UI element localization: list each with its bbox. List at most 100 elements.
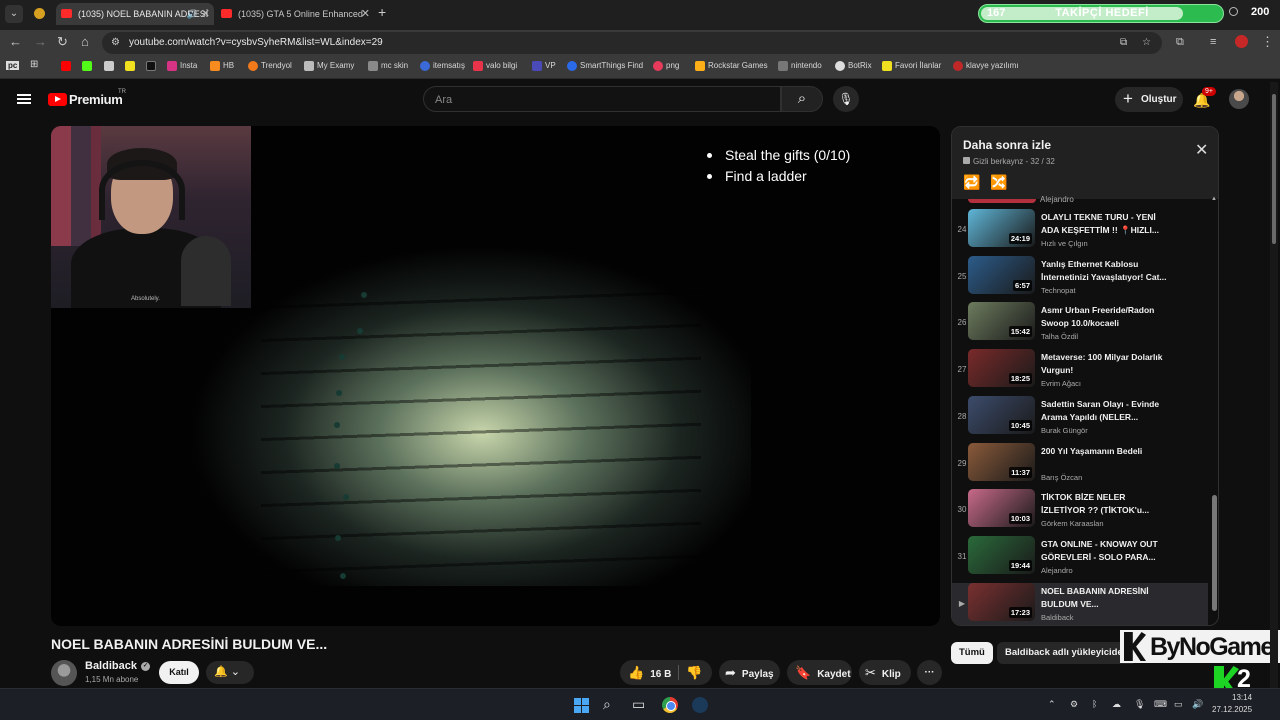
video-player[interactable]: Absolutely. Steal the gifts (0/10) Find … [51, 126, 940, 626]
home-icon[interactable]: ⌂ [81, 34, 89, 49]
chrome-icon[interactable] [662, 697, 678, 713]
channel-name[interactable]: Baldiback ✓ [85, 660, 150, 672]
tray-bluetooth-icon[interactable]: ᛒ [1092, 699, 1097, 709]
bookmark-smartthings[interactable]: SmartThings Find [567, 61, 643, 71]
playlist-title[interactable]: Daha sonra izle [963, 138, 1051, 152]
volume-icon[interactable]: 🔊 [1192, 699, 1203, 710]
new-tab-button[interactable]: + [378, 4, 386, 20]
playlist-item-thumbnail[interactable]: 18:25 [968, 349, 1035, 388]
scroll-up-icon[interactable]: ▲ [1211, 196, 1217, 202]
more-actions-button[interactable]: ··· [917, 660, 942, 685]
tray-app-icon[interactable]: ⚙ [1070, 699, 1078, 710]
forward-icon[interactable]: → [34, 34, 47, 49]
media-control-icon[interactable]: ≡ [1210, 36, 1216, 48]
system-clock[interactable]: 13:14 27.12.2025 [1212, 692, 1252, 716]
previous-item-thumbnail[interactable] [968, 199, 1036, 203]
playlist-item-thumbnail[interactable]: 6:57 [968, 255, 1035, 294]
clip-button[interactable]: ✂ Klip [859, 660, 911, 685]
bookmark-botrix[interactable]: BotRix [835, 61, 872, 71]
install-app-icon[interactable]: ⧉ [1120, 37, 1127, 48]
notifications-button[interactable]: 🔔 9+ [1193, 87, 1216, 109]
join-button[interactable]: Katıl [159, 661, 199, 684]
bookmark-mcskin[interactable]: mc skin [368, 61, 408, 71]
url-bar[interactable]: ⚙ youtube.com/watch?v=cysbvSyheRM&list=W… [102, 32, 1162, 54]
pc-icon[interactable]: pc [6, 61, 20, 70]
playlist-item[interactable]: 31 19:44 GTA ONLINE - KNOWAY OUT GÖREVLERİ… [952, 535, 1208, 582]
playlist-item[interactable]: 25 6:57 Yanlış Ethernet Kablosu İnternetin… [952, 255, 1208, 302]
playlist-item-thumbnail[interactable]: 15:42 [968, 302, 1035, 341]
youtube-brand[interactable]: Premium [69, 92, 123, 107]
playlist-item[interactable]: 26 15:42 Asmr Urban Freeride/Radon Swoop 1… [952, 302, 1208, 348]
playlist-item[interactable]: 24 24:19 OLAYLI TEKNE TURU - YENİ ADA KEŞF… [952, 209, 1208, 255]
task-view-icon[interactable]: ▭ [632, 696, 645, 713]
playlist-item[interactable]: ▶ 17:23 NOEL BABANIN ADRESİNİ BULDUM VE...… [952, 582, 1208, 625]
close-tab-icon[interactable]: ✕ [201, 3, 210, 25]
bookmark-kick[interactable] [82, 61, 95, 71]
subscribe-notification-button[interactable]: 🔔 ⌄ [206, 661, 254, 684]
bookmark-png[interactable]: png [653, 61, 679, 71]
save-button[interactable]: 🔖 Kaydet [787, 660, 852, 685]
playlist-item-title[interactable]: Metaverse: 100 Milyar Dolarlık Vurgun! [1041, 351, 1181, 377]
site-info-icon[interactable]: ⚙ [111, 37, 120, 48]
playlist-item-title[interactable]: 200 Yıl Yaşamanın Bedeli [1041, 445, 1181, 458]
playlist-scrollbar[interactable]: ▲ [1211, 196, 1217, 617]
bookmark-x[interactable] [146, 61, 159, 71]
profile-icon[interactable] [1235, 35, 1248, 48]
pinned-tab-icon[interactable] [34, 8, 45, 19]
playlist-item-thumbnail[interactable]: 24:19 [968, 209, 1035, 247]
playlist-item-thumbnail[interactable]: 10:03 [968, 489, 1035, 528]
bookmark-klavye[interactable]: klavye yazılımı [953, 61, 1018, 71]
tray-chevron-icon[interactable]: ⌃ [1048, 699, 1056, 710]
like-button[interactable]: 👍 16 B 👎 [620, 660, 712, 685]
search-input[interactable]: Ara [423, 86, 781, 112]
youtube-logo-icon[interactable] [48, 93, 67, 106]
bookmark-youtube[interactable] [61, 61, 74, 71]
mic-tray-icon[interactable]: 🎙 [1134, 699, 1145, 710]
channel-avatar[interactable] [51, 660, 77, 686]
tab-search-button[interactable]: ⌄ [5, 5, 23, 23]
playlist-item[interactable]: 28 10:45 Sadettin Saran Olayı - Evinde Ara… [952, 395, 1208, 442]
playlist-item-thumbnail[interactable]: 11:37 [968, 442, 1035, 481]
hamburger-menu-icon[interactable] [17, 94, 31, 104]
search-icon[interactable]: ⌕ [603, 696, 611, 713]
apps-grid-icon[interactable]: ⊞ [30, 59, 38, 70]
bookmark-favori[interactable]: Favori İlanlar [882, 61, 941, 71]
bookmark-valo[interactable]: valo bilgi [473, 61, 517, 71]
network-icon[interactable]: ▭ [1174, 699, 1183, 710]
bookmark-itemsatis[interactable]: itemsatış [420, 61, 465, 71]
bookmark-myexamy[interactable]: My Examy [304, 61, 354, 71]
share-button[interactable]: ➦ Paylaş [719, 660, 780, 685]
bookmark-nintendo[interactable]: nintendo [778, 61, 822, 71]
onedrive-icon[interactable]: ☁ [1112, 699, 1121, 710]
page-scrollbar[interactable] [1270, 82, 1278, 688]
close-icon[interactable]: ✕ [1195, 140, 1208, 160]
tab-youtube-noel[interactable]: (1035) NOEL BABANIN ADRESİ 🔊 ✕ [56, 3, 214, 25]
speaker-icon[interactable]: 🔊 [187, 3, 198, 25]
playlist-item-title[interactable]: GTA ONLINE - KNOWAY OUT GÖREVLERİ - SOLO… [1041, 538, 1181, 564]
keyboard-icon[interactable]: ⌨ [1154, 699, 1167, 710]
search-button[interactable]: ⌕ [781, 86, 823, 112]
playlist-item-thumbnail[interactable]: 19:44 [968, 535, 1035, 574]
account-avatar[interactable] [1229, 89, 1249, 109]
playlist-item-title[interactable]: Sadettin Saran Olayı - Evinde Arama Yapı… [1041, 398, 1181, 424]
extensions-icon[interactable]: ⧉ [1176, 36, 1184, 49]
loop-icon[interactable]: 🔁 [963, 174, 980, 191]
playlist-item-title[interactable]: OLAYLI TEKNE TURU - YENİ ADA KEŞFETTİM !… [1041, 211, 1181, 237]
thumbs-down-icon[interactable]: 👎 [686, 660, 702, 685]
playlist-item-title[interactable]: NOEL BABANIN ADRESİNİ BULDUM VE... [1041, 585, 1181, 611]
back-icon[interactable]: ← [9, 34, 22, 49]
chip-uploader[interactable]: Baldiback adlı yükleyiciden [997, 642, 1137, 664]
menu-dots-icon[interactable]: ⋮ [1261, 34, 1274, 50]
playlist-item-title[interactable]: Asmr Urban Freeride/Radon Swoop 10.0/koc… [1041, 304, 1181, 330]
reload-icon[interactable]: ↻ [57, 34, 68, 50]
steam-icon[interactable] [692, 697, 708, 713]
bookmark-trendyol[interactable]: Trendyol [248, 61, 292, 71]
playlist-item-title[interactable]: Yanlış Ethernet Kablosu İnternetinizi Ya… [1041, 258, 1181, 284]
bookmark-rockstar[interactable]: Rockstar Games [695, 61, 768, 71]
playlist-item[interactable]: 29 11:37 200 Yıl Yaşamanın Bedeli Barış Özc… [952, 442, 1208, 489]
bookmark-star-icon[interactable]: ☆ [1142, 37, 1151, 48]
bookmark-s[interactable] [125, 61, 138, 71]
windows-start-icon[interactable] [574, 698, 589, 713]
tab-youtube-gta[interactable]: (1035) GTA 5 Online Enhanced ✕ [216, 3, 374, 25]
bookmark-hb[interactable]: HB [210, 61, 234, 71]
